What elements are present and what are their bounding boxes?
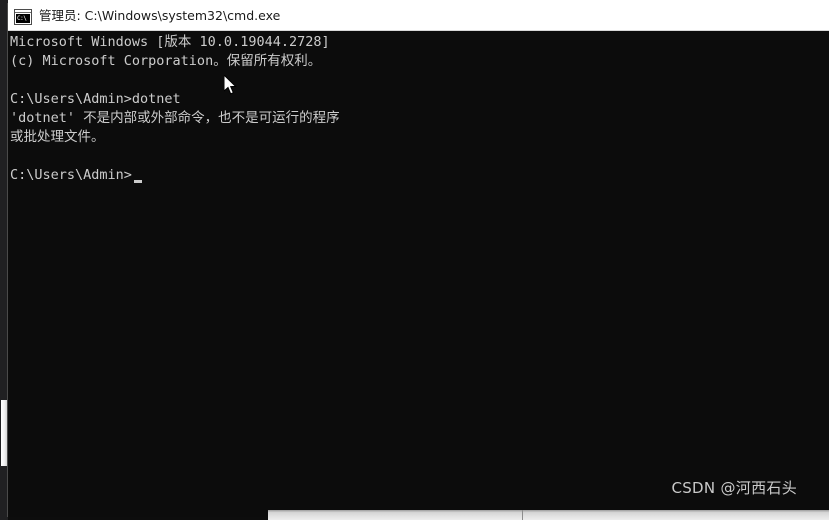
cmd-icon-glyph: C:\ [16,13,30,23]
window-title: 管理员: C:\Windows\system32\cmd.exe [39,8,281,24]
cmd-window: C:\ 管理员: C:\Windows\system32\cmd.exe Mic… [7,3,829,517]
cmd-console-icon[interactable]: C:\ [14,8,32,25]
console-output-area[interactable]: Microsoft Windows [版本 10.0.19044.2728] (… [8,31,829,517]
screen-root: C:\ 管理员: C:\Windows\system32\cmd.exe Mic… [0,0,829,520]
console-text: Microsoft Windows [版本 10.0.19044.2728] (… [10,34,340,183]
scrollbar-thumb[interactable] [1,400,7,466]
bottom-taskbar-strip [268,510,829,520]
bottom-strip-divider [522,510,523,520]
console-caret [133,180,142,183]
cmd-icon-titlebar [15,9,31,13]
window-titlebar[interactable]: C:\ 管理员: C:\Windows\system32\cmd.exe [8,3,829,31]
watermark-label: CSDN @河西石头 [671,479,797,497]
